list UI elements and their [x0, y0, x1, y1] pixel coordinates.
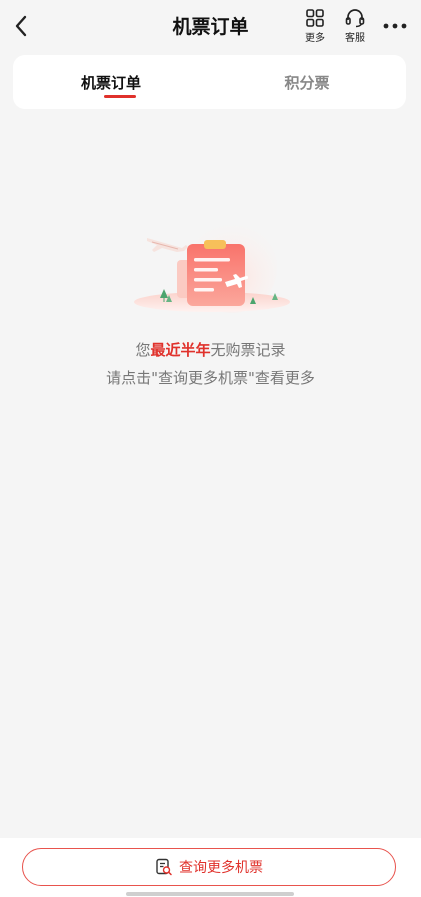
customer-service-button[interactable]: 客服 — [339, 8, 371, 48]
query-more-tickets-button[interactable]: 查询更多机票 — [22, 848, 396, 886]
overflow-menu-button[interactable] — [380, 16, 410, 36]
chevron-left-icon — [15, 15, 27, 37]
tab-flight-orders[interactable]: 机票订单 — [13, 55, 209, 109]
more-button[interactable]: 更多 — [299, 8, 331, 48]
empty-state-message: 您最近半年无购票记录 — [0, 339, 421, 360]
back-button[interactable] — [8, 12, 34, 40]
query-more-tickets-label: 查询更多机票 — [179, 860, 263, 876]
empty-message-suffix: 无购票记录 — [210, 341, 286, 359]
tab-points-tickets[interactable]: 积分票 — [209, 55, 405, 109]
more-label: 更多 — [305, 33, 325, 44]
ellipsis-icon — [383, 23, 407, 29]
top-navigation-bar: 机票订单 更多 客服 — [0, 0, 421, 52]
empty-ticket-illustration — [134, 223, 290, 313]
order-tabs: 机票订单 积分票 — [13, 55, 406, 109]
service-label: 客服 — [345, 33, 365, 44]
empty-message-prefix: 您 — [135, 341, 151, 359]
headset-icon — [345, 9, 365, 28]
grid-icon — [306, 9, 324, 27]
home-indicator[interactable] — [126, 892, 294, 896]
empty-message-highlight: 最近半年 — [150, 341, 211, 359]
active-tab-indicator — [104, 95, 136, 98]
search-document-icon — [156, 858, 172, 876]
bottom-action-bar: 查询更多机票 — [0, 838, 421, 897]
empty-state-hint: 请点击"查询更多机票"查看更多 — [106, 369, 315, 387]
